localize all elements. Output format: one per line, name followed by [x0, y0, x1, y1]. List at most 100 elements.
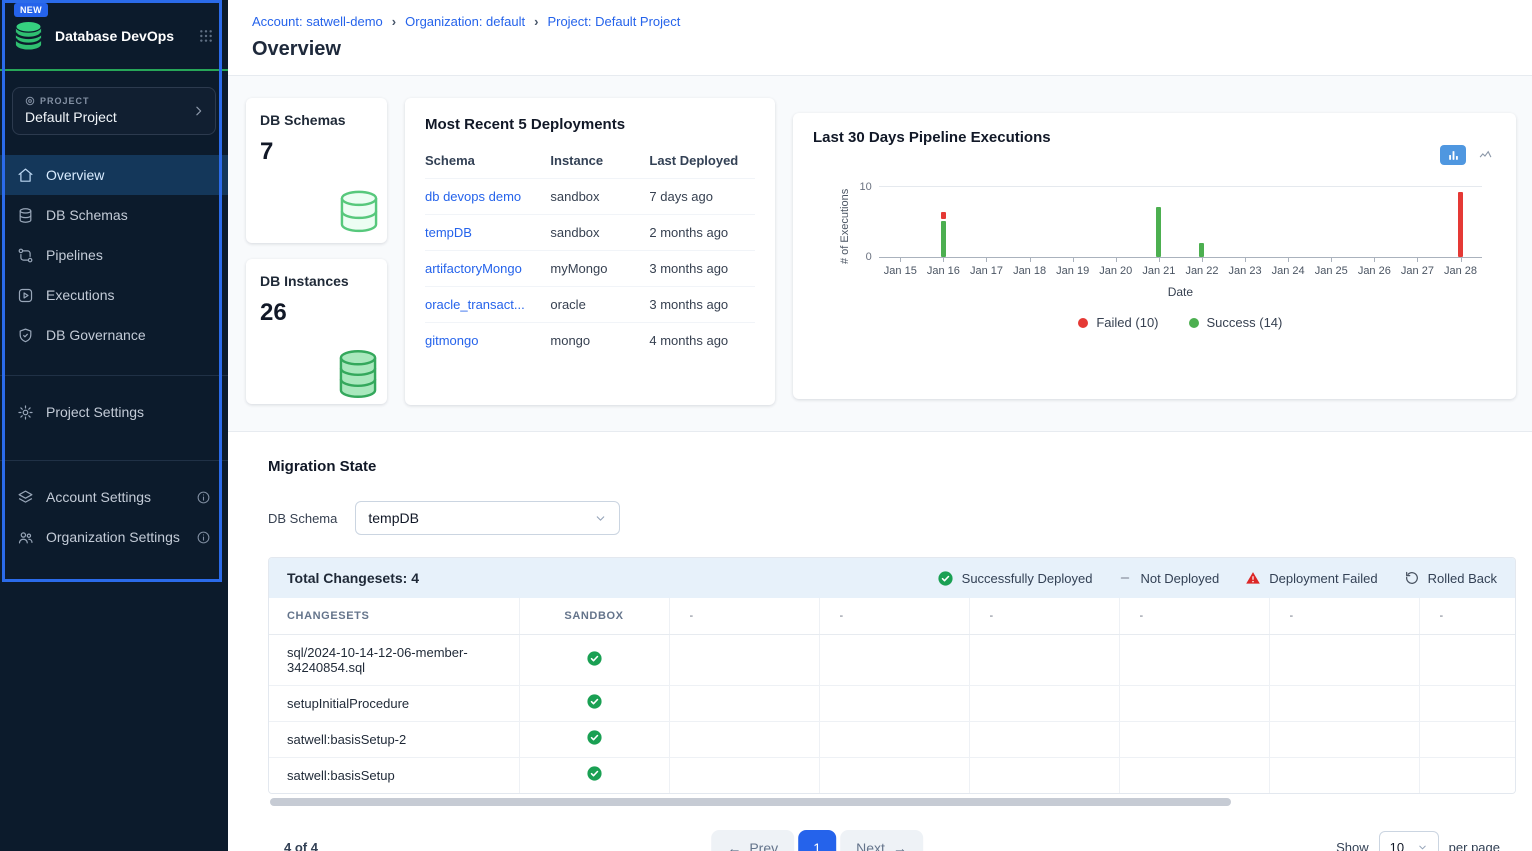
pipeline-icon	[17, 247, 34, 264]
status-legend-item: Successfully Deployed	[937, 570, 1093, 587]
per-page-select[interactable]: 10	[1379, 831, 1439, 851]
app-title: Database DevOps	[55, 28, 174, 44]
sidebar-nav-project: Project Settings	[0, 392, 228, 432]
prev-button[interactable]: ←Prev	[711, 830, 794, 851]
status-legend: Successfully DeployedNot DeployedDeploym…	[937, 570, 1497, 587]
plot-area	[879, 186, 1482, 258]
sidebar-item-db-schemas[interactable]: DB Schemas	[0, 195, 228, 235]
empty-status-cell	[1119, 634, 1269, 685]
schema-selector-row: DB Schema tempDB	[268, 501, 1516, 535]
changesets-header: Total Changesets: 4 Successfully Deploye…	[269, 558, 1515, 598]
empty-status-cell	[669, 685, 819, 721]
chart: # of Executions 10 0 Jan 15Jan 16Jan 17J…	[813, 186, 1496, 330]
line-chart-toggle-icon[interactable]	[1472, 145, 1498, 165]
changeset-row: satwell:basisSetup	[269, 757, 1515, 793]
bar-chart-toggle-icon[interactable]	[1440, 145, 1466, 165]
instance-cell: sandbox	[550, 215, 649, 251]
main-content: Account: satwell-demo›Organization: defa…	[228, 0, 1532, 851]
check-circle-icon	[586, 650, 603, 667]
x-tick-label: Jan 23	[1224, 258, 1267, 277]
x-tick-label: Jan 26	[1353, 258, 1396, 277]
changeset-name: satwell:basisSetup-2	[269, 721, 519, 757]
column-header: CHANGESETS	[269, 598, 519, 634]
apps-grid-icon[interactable]	[198, 28, 214, 44]
empty-status-cell	[1119, 757, 1269, 793]
arrow-right-icon: →	[893, 840, 907, 851]
shield-icon	[17, 327, 34, 344]
db-schema-select[interactable]: tempDB	[355, 501, 620, 535]
sidebar-item-label: Project Settings	[46, 404, 144, 420]
overview-cards: DB Schemas 7 DB Instances 26	[228, 76, 1532, 432]
column-header: SANDBOX	[519, 598, 669, 634]
deployments-title: Most Recent 5 Deployments	[425, 116, 755, 133]
sidebar-item-organization-settings[interactable]: Organization Settings	[0, 517, 228, 557]
rollback-icon	[1404, 570, 1420, 586]
gear-icon	[17, 404, 34, 421]
empty-status-cell	[669, 721, 819, 757]
chart-legend: Failed (10)Success (14)	[879, 315, 1482, 330]
scrollbar-thumb[interactable]	[270, 798, 1231, 806]
breadcrumb-link[interactable]: Organization: default	[405, 14, 525, 29]
sidebar-item-overview[interactable]: Overview	[0, 155, 228, 195]
warning-triangle-icon	[1245, 570, 1261, 586]
divider	[0, 375, 228, 376]
bar-jan-27	[1396, 187, 1439, 257]
column-header: Instance	[550, 145, 649, 179]
legend-item: Failed (10)	[1078, 315, 1158, 330]
sidebar-item-executions[interactable]: Executions	[0, 275, 228, 315]
sidebar-item-label: Overview	[46, 167, 104, 183]
column-header: Last Deployed	[649, 145, 755, 179]
chevron-right-icon	[192, 105, 205, 118]
db-schema-label: DB Schema	[268, 511, 337, 526]
chevron-down-icon	[1417, 842, 1428, 851]
x-tick-label: Jan 27	[1396, 258, 1439, 277]
bar-jan-17	[965, 187, 1008, 257]
schema-link[interactable]: artifactoryMongo	[425, 261, 522, 276]
status-legend-item: Not Deployed	[1118, 571, 1219, 586]
sidebar-item-project-settings[interactable]: Project Settings	[0, 392, 228, 432]
bar-jan-19	[1051, 187, 1094, 257]
empty-status-cell	[969, 634, 1119, 685]
db-schema-value: tempDB	[368, 510, 419, 526]
x-axis-labels: Jan 15Jan 16Jan 17Jan 18Jan 19Jan 20Jan …	[879, 258, 1482, 277]
schema-link[interactable]: tempDB	[425, 225, 472, 240]
sidebar: NEW Database DevOps	[0, 0, 228, 851]
check-circle-icon	[937, 570, 954, 587]
project-name: Default Project	[25, 109, 203, 125]
stat-value: 7	[260, 138, 373, 166]
schema-link[interactable]: gitmongo	[425, 333, 478, 348]
bar-jan-21	[1137, 187, 1180, 257]
empty-status-cell	[1119, 685, 1269, 721]
sidebar-item-pipelines[interactable]: Pipelines	[0, 235, 228, 275]
last-deployed-cell: 3 months ago	[649, 251, 755, 287]
sidebar-nav-account: Account SettingsOrganization Settings	[0, 477, 228, 557]
empty-status-cell	[1269, 634, 1419, 685]
project-selector[interactable]: PROJECT Default Project	[12, 87, 216, 135]
bars	[879, 187, 1482, 257]
last-deployed-cell: 4 months ago	[649, 323, 755, 359]
deployment-row: db devops demosandbox7 days ago	[425, 179, 755, 215]
empty-status-cell	[1269, 757, 1419, 793]
schema-link[interactable]: oracle_transact...	[425, 297, 525, 312]
db-schemas-card: DB Schemas 7	[246, 98, 387, 243]
y-tick: 10	[860, 181, 872, 193]
y-axis-ticks: 10 0	[853, 181, 879, 263]
sidebar-item-db-governance[interactable]: DB Governance	[0, 315, 228, 355]
empty-status-cell	[669, 634, 819, 685]
bar-jan-23	[1224, 187, 1267, 257]
project-icon	[25, 96, 35, 106]
bar-jan-15	[879, 187, 922, 257]
schema-link[interactable]: db devops demo	[425, 189, 521, 204]
y-axis-label: # of Executions	[839, 186, 853, 266]
bar-jan-26	[1353, 187, 1396, 257]
next-button[interactable]: Next→	[840, 830, 923, 851]
arrow-left-icon: ←	[727, 840, 741, 851]
header-accent-line	[0, 69, 228, 71]
page-1-button[interactable]: 1	[798, 830, 836, 851]
column-header: -	[1119, 598, 1269, 634]
breadcrumb-link[interactable]: Project: Default Project	[547, 14, 680, 29]
migration-section: Migration State DB Schema tempDB Total C…	[228, 432, 1532, 851]
breadcrumb-link[interactable]: Account: satwell-demo	[252, 14, 383, 29]
sidebar-item-account-settings[interactable]: Account Settings	[0, 477, 228, 517]
changesets-table: CHANGESETSSANDBOX------ sql/2024-10-14-1…	[269, 598, 1515, 793]
